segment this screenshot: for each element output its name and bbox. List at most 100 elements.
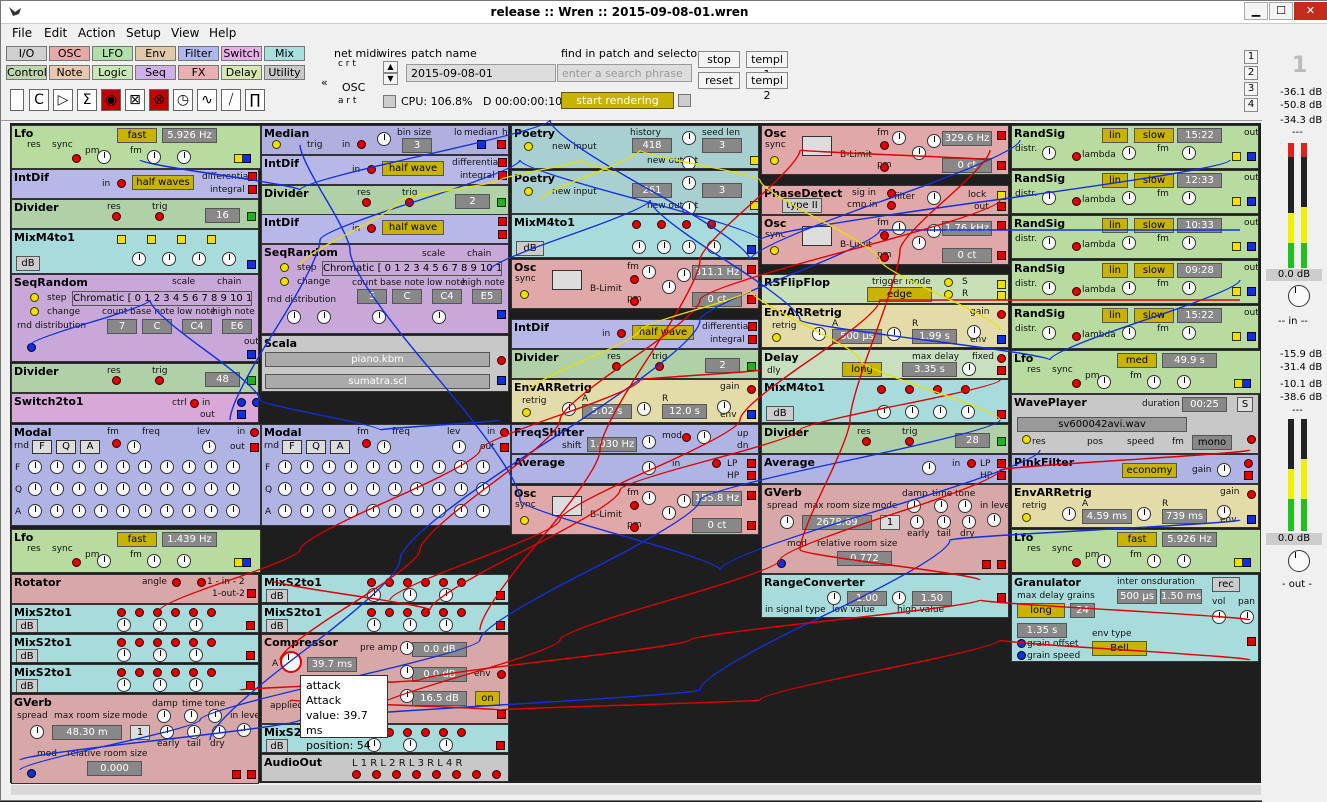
q-knob-4[interactable] <box>366 482 380 496</box>
q-knob-5[interactable] <box>388 482 402 496</box>
f-knob-7[interactable] <box>432 460 446 474</box>
res-jack[interactable] <box>112 376 121 385</box>
module-osc1[interactable]: OscsyncB-Limitfmpmfreq311.1 Hz0 ct <box>511 259 759 309</box>
knob[interactable] <box>317 310 331 324</box>
wave-tool-icon[interactable]: ∿ <box>197 89 217 111</box>
r-jack[interactable] <box>944 290 953 299</box>
bin-size-value[interactable]: 3 <box>402 138 432 153</box>
sidebar-toggle-icon[interactable] <box>10 89 24 111</box>
module-envar2[interactable]: EnvARRetrig retrig A Rgain env 500 µs 1.99 s <box>761 304 1009 348</box>
a-knob-3[interactable] <box>344 504 358 518</box>
level-knob[interactable] <box>905 405 919 419</box>
f-knob-8[interactable] <box>204 460 218 474</box>
tab-note[interactable]: Note <box>49 65 90 80</box>
history-knob[interactable] <box>682 131 696 145</box>
module-osc3[interactable]: OscsyncB-Limitfmpmfreq329.6 Hz0 ct <box>761 125 1009 175</box>
lambda-knob[interactable] <box>1122 326 1136 340</box>
f-knob-7[interactable] <box>182 460 196 474</box>
out-level-knob[interactable] <box>1288 550 1310 572</box>
res-jack[interactable] <box>612 362 621 371</box>
f-knob-3[interactable] <box>94 460 108 474</box>
out-jack[interactable] <box>1247 435 1256 444</box>
tab-lfo[interactable]: LFO <box>92 46 133 61</box>
trig-jack[interactable] <box>655 362 664 371</box>
freq-value[interactable]: 1.76 kHz <box>942 221 992 236</box>
fm-knob[interactable] <box>1147 554 1161 568</box>
db-value[interactable]: dB <box>516 241 544 256</box>
tab-seq[interactable]: Seq <box>135 65 176 80</box>
in-jack[interactable] <box>135 638 144 647</box>
in-jack[interactable] <box>617 329 626 338</box>
divider-value[interactable]: 2 <box>455 194 490 209</box>
f-knob-0[interactable] <box>28 460 42 474</box>
mode-value[interactable]: 1 <box>880 515 900 530</box>
template-2-button[interactable]: templ 2 <box>746 72 788 102</box>
knob-tool-icon[interactable]: ⊗ <box>149 89 169 111</box>
q-knob-9[interactable] <box>226 482 240 496</box>
db-value[interactable]: dB <box>266 619 288 632</box>
out-jack[interactable] <box>1234 379 1243 388</box>
distr-knob[interactable] <box>1042 146 1056 160</box>
sync-jack[interactable] <box>770 246 779 255</box>
a-knob-9[interactable] <box>226 504 240 518</box>
in-jack[interactable] <box>117 235 126 244</box>
in-jack[interactable] <box>403 578 412 587</box>
level-knob[interactable] <box>403 588 417 602</box>
room-size-value[interactable]: 48.30 m <box>52 725 122 740</box>
radio-tool-icon[interactable]: ◉ <box>101 89 121 111</box>
tab-osc[interactable]: OSC <box>49 46 90 61</box>
ratio-knob[interactable] <box>400 689 414 703</box>
in-jack[interactable] <box>707 220 716 229</box>
db-value[interactable]: dB <box>16 619 38 632</box>
q-knob-5[interactable] <box>138 482 152 496</box>
file-name-value[interactable]: sv600042avi.wav <box>1017 417 1187 432</box>
level-knob[interactable] <box>403 618 417 632</box>
waveform-icon[interactable] <box>802 136 832 156</box>
out-jack[interactable] <box>1242 379 1251 388</box>
diff-out-jack[interactable] <box>498 217 507 226</box>
level-knob[interactable] <box>189 678 203 692</box>
level-knob[interactable] <box>117 678 131 692</box>
out-jack[interactable] <box>246 651 255 660</box>
in-jack[interactable] <box>117 179 126 188</box>
pre-amp-value[interactable]: 0.0 dB <box>412 642 467 657</box>
out-jack[interactable] <box>242 154 251 163</box>
out-jack[interactable] <box>1232 332 1241 341</box>
module-modal1[interactable]: Modal rnd fm freq lev in out F Q A F Q A <box>11 424 261 526</box>
page-button-4[interactable]: 4 <box>1244 98 1258 112</box>
pm-knob[interactable] <box>662 506 676 520</box>
mode-value[interactable]: long <box>1017 603 1065 618</box>
module-lfo3[interactable]: Lfo med 49.9 s res sync pm fm <box>1011 350 1261 394</box>
time-knob[interactable] <box>934 499 948 513</box>
in-jack[interactable] <box>657 220 666 229</box>
a-knob-8[interactable] <box>454 504 468 518</box>
module-median[interactable]: Median bin size trig in lomedian hi 3 <box>261 125 509 155</box>
a-knob-7[interactable] <box>432 504 446 518</box>
fm-knob[interactable] <box>642 265 656 279</box>
a-button[interactable]: A <box>80 440 100 454</box>
fm-knob[interactable] <box>1182 146 1196 160</box>
scl-file[interactable]: sumatra.scl <box>265 374 490 389</box>
f-knob-2[interactable] <box>322 460 336 474</box>
speed-value[interactable]: slow <box>1134 128 1174 143</box>
lambda-knob[interactable] <box>1122 281 1136 295</box>
q-knob-6[interactable] <box>160 482 174 496</box>
wires-up-icon[interactable]: ▲ <box>383 61 398 73</box>
q-knob-9[interactable] <box>476 482 490 496</box>
rec-value[interactable]: rec <box>1212 577 1240 592</box>
pm-jack[interactable] <box>880 253 889 262</box>
shape-value[interactable]: lin <box>1102 263 1128 278</box>
threshold-knob[interactable] <box>400 665 414 679</box>
in-jack[interactable] <box>207 235 216 244</box>
q-knob-1[interactable] <box>300 482 314 496</box>
module-mixm1[interactable]: MixM4to1 dB <box>11 229 259 274</box>
out-jack[interactable] <box>1232 197 1241 206</box>
high-value[interactable]: 1.50 <box>912 591 952 606</box>
fm-knob[interactable] <box>1147 375 1161 389</box>
pan-knob[interactable] <box>1240 610 1254 624</box>
module-rand1[interactable]: RandSig lin slow 15:22 distr. lambda fm out <box>1011 125 1259 169</box>
level-knob[interactable] <box>192 252 206 266</box>
out-jack[interactable] <box>747 295 756 304</box>
clock-tool-icon[interactable]: ◷ <box>173 89 193 111</box>
env-type-value[interactable]: Bell <box>1092 641 1147 656</box>
